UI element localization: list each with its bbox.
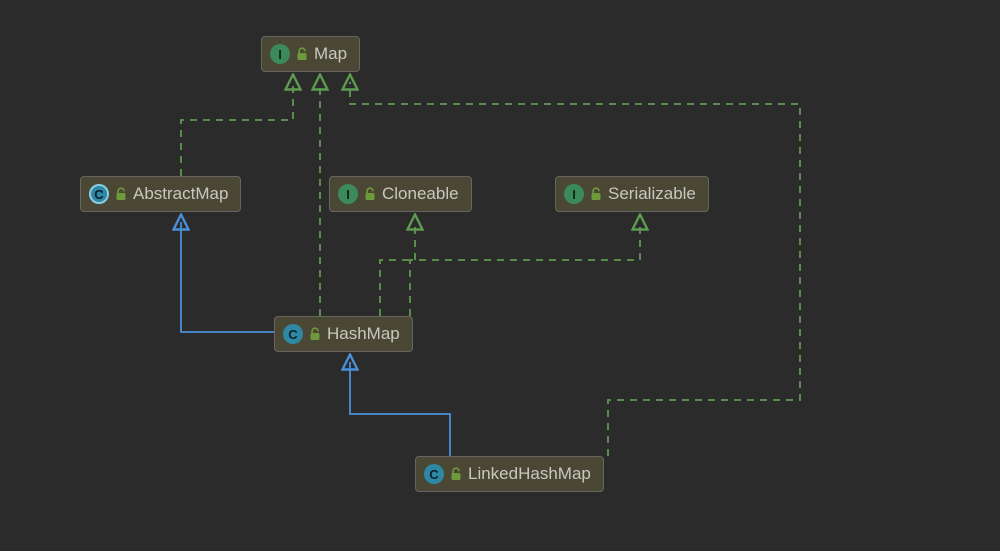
interface-icon: I [270, 44, 290, 64]
node-serializable[interactable]: I Serializable [555, 176, 709, 212]
interface-icon: I [338, 184, 358, 204]
edge-abstractmap-map [181, 82, 293, 176]
edge-linkedhashmap-map [350, 82, 800, 456]
lock-icon [590, 187, 602, 201]
edge-linkedhashmap-hashmap [350, 362, 450, 456]
node-label: Serializable [608, 184, 696, 204]
edge-hashmap-abstractmap [181, 222, 291, 332]
edge-hashmap-serializable [410, 222, 640, 316]
node-cloneable[interactable]: I Cloneable [329, 176, 472, 212]
edge-hashmap-cloneable [380, 222, 415, 316]
abstract-class-icon: C [89, 184, 109, 204]
node-linkedhashmap[interactable]: C LinkedHashMap [415, 456, 604, 492]
node-map[interactable]: I Map [261, 36, 360, 72]
lock-icon [115, 187, 127, 201]
lock-icon [309, 327, 321, 341]
class-icon: C [424, 464, 444, 484]
lock-icon [296, 47, 308, 61]
interface-icon: I [564, 184, 584, 204]
node-label: HashMap [327, 324, 400, 344]
diagram-canvas: I Map C AbstractMap I Cloneable I Serial… [0, 0, 1000, 551]
node-label: LinkedHashMap [468, 464, 591, 484]
class-icon: C [283, 324, 303, 344]
lock-icon [450, 467, 462, 481]
node-label: AbstractMap [133, 184, 228, 204]
node-hashmap[interactable]: C HashMap [274, 316, 413, 352]
node-label: Map [314, 44, 347, 64]
node-label: Cloneable [382, 184, 459, 204]
node-abstractmap[interactable]: C AbstractMap [80, 176, 241, 212]
lock-icon [364, 187, 376, 201]
